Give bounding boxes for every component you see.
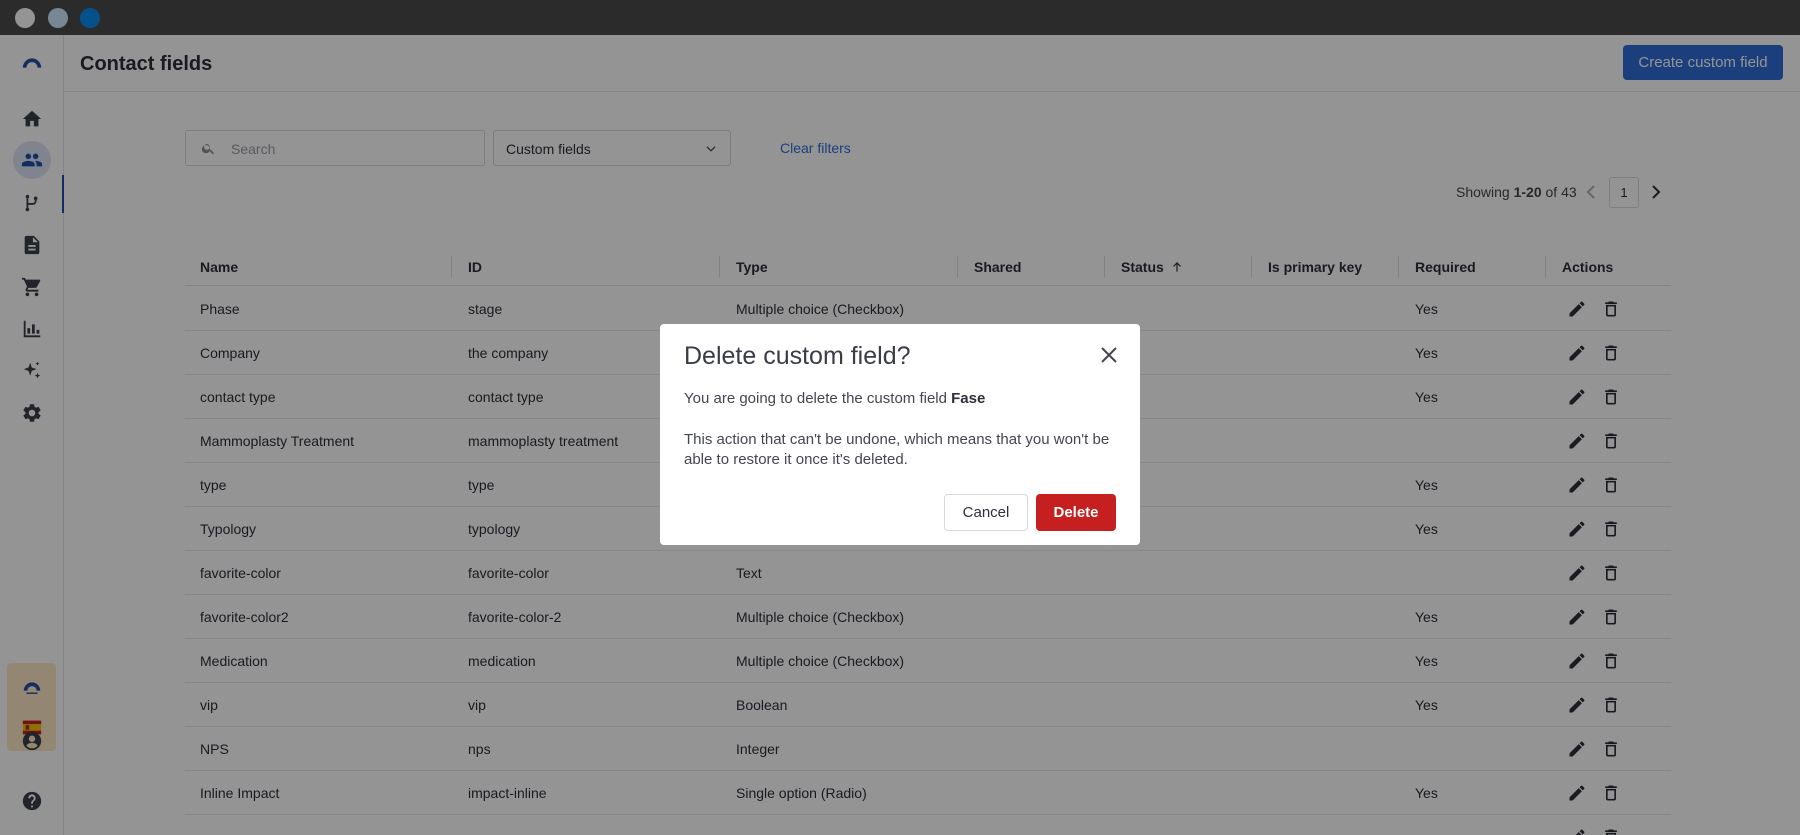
cancel-button[interactable]: Cancel: [944, 494, 1028, 531]
delete-dialog: Delete custom field? You are going to de…: [660, 324, 1140, 545]
dialog-warning: This action that can't be undone, which …: [684, 431, 1110, 468]
dialog-title: Delete custom field?: [684, 342, 911, 370]
dialog-message: You are going to delete the custom field…: [684, 390, 986, 407]
close-icon[interactable]: [1100, 346, 1118, 364]
dialog-field-name: Fase: [951, 390, 986, 407]
delete-confirm-button[interactable]: Delete: [1036, 494, 1116, 531]
